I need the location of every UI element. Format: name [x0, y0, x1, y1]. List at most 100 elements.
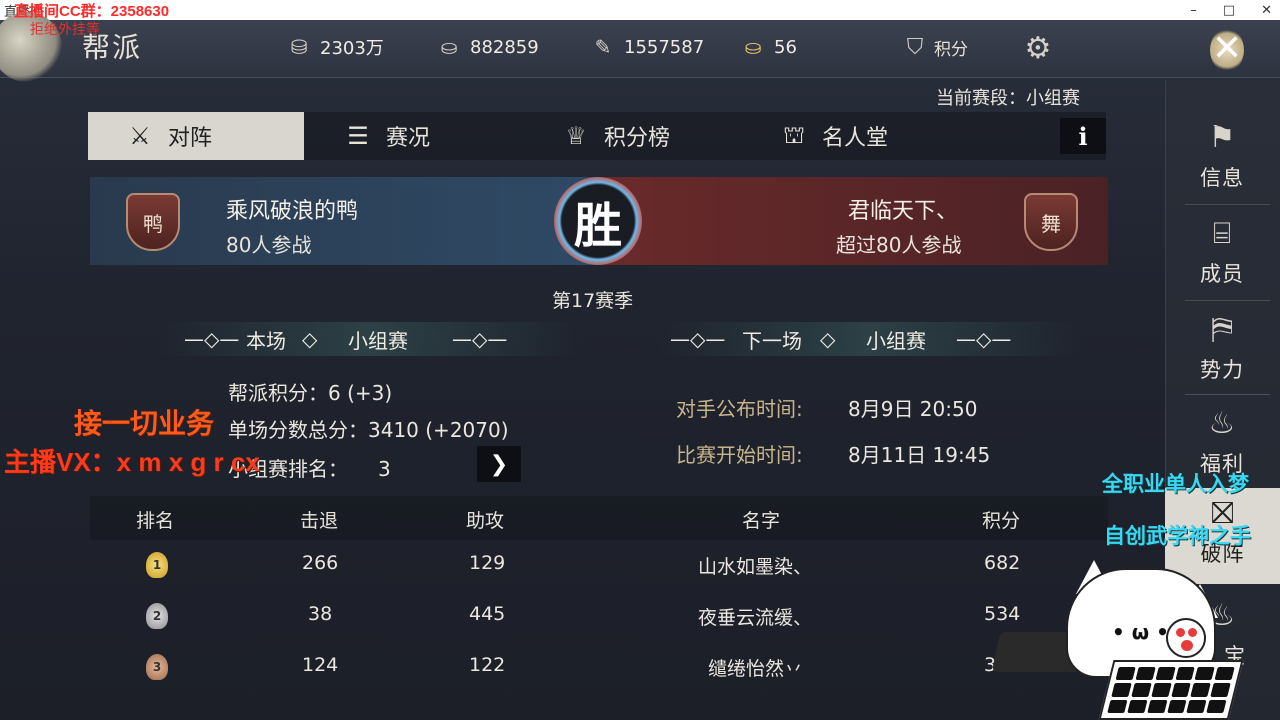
- guild-points-value: 6 (+3): [328, 381, 393, 405]
- match-time-label: 比赛开始时间:: [676, 443, 803, 467]
- header-name: 名字: [742, 510, 781, 532]
- overlay-refuse-text: 拒绝外挂等: [30, 23, 100, 38]
- sidebar-item-forces[interactable]: ⛿ 势力: [1172, 304, 1272, 394]
- divider-ornament: —◇—: [956, 327, 1012, 351]
- left-team-badge: 鸭: [126, 193, 180, 251]
- next-match-stage: 小组赛: [866, 328, 926, 353]
- info-button[interactable]: i: [1060, 118, 1106, 154]
- opponent-time-label: 对手公布时间:: [676, 397, 803, 421]
- minimize-button[interactable]: –: [1190, 3, 1197, 18]
- right-team-name: 君临天下、: [848, 199, 959, 224]
- overlay-cyan-line1: 全职业单人入梦: [1102, 473, 1249, 496]
- table-row[interactable]: 3 124 122 缱绻怡然丷 386: [90, 642, 1108, 692]
- feather-icon: ✎: [594, 35, 612, 59]
- currency-coin: ⛁ 2303万: [284, 34, 384, 60]
- gold-medal-icon: 1: [146, 552, 168, 578]
- right-team-participants: 超过80人参战: [836, 233, 962, 257]
- current-match-label: 本场: [246, 328, 286, 353]
- maximize-button[interactable]: □: [1223, 3, 1235, 18]
- currency-feather: ✎ 1557587: [588, 34, 705, 60]
- cell-name: 夜垂云流缓、: [698, 607, 813, 629]
- tab-hall-of-fame[interactable]: ⛫ 名人堂: [776, 112, 888, 160]
- sidebar-item-info[interactable]: ⚑ 信息: [1172, 112, 1272, 202]
- header-rank: 排名: [136, 510, 175, 532]
- table-row[interactable]: 1 266 129 山水如墨染、 682: [90, 540, 1108, 590]
- tab-leaderboard[interactable]: ♕ 积分榜: [558, 112, 670, 160]
- opponent-time-value: 8月9日 20:50: [848, 397, 978, 421]
- cell-kills: 38: [308, 603, 333, 625]
- total-score-value: 3410 (+2070): [368, 418, 509, 442]
- guild-points: 帮派积分：6 (+3): [228, 377, 392, 406]
- trophy-icon: ♕: [565, 122, 587, 150]
- overlay-qq-group: 直播间CC群：2358630: [14, 3, 170, 20]
- cell-kills: 266: [302, 552, 339, 574]
- sidebar-label: 信息: [1200, 166, 1244, 190]
- victory-emblem: 胜: [554, 177, 642, 265]
- current-stage: 当前赛段：小组赛: [936, 88, 1080, 109]
- right-team-badge: 舞: [1024, 193, 1078, 251]
- left-team-name: 乘风破浪的鸭: [226, 199, 359, 224]
- sidebar-item-members[interactable]: ⌸ 成员: [1172, 208, 1272, 298]
- bronze-medal-icon: 3: [146, 654, 168, 680]
- next-match-header: —◇— 下一场 ◇ 小组赛 —◇—: [660, 322, 1080, 356]
- document-icon: ☰: [347, 122, 369, 150]
- diamond-separator: ◇: [302, 327, 318, 351]
- currency-value: 56: [774, 36, 797, 58]
- cell-kills: 124: [302, 654, 339, 676]
- cat-face: • ω •: [1112, 620, 1169, 644]
- window-controls: – □ ✕: [1190, 0, 1272, 20]
- close-window-button[interactable]: ✕: [1261, 3, 1272, 18]
- tab-bar: ⚔ 对阵 ☰ 赛况 ♕ 积分榜 ⛫ 名人堂: [88, 112, 1106, 160]
- current-match-stage: 小组赛: [348, 328, 408, 353]
- diamond-separator: ◇: [820, 327, 836, 351]
- points-button[interactable]: ⛉ 积分: [900, 32, 968, 62]
- cell-name: 山水如墨染、: [698, 556, 813, 578]
- chevron-right-icon: ❯: [489, 451, 509, 477]
- header-assists: 助攻: [466, 510, 505, 532]
- close-icon: ✕: [1212, 28, 1243, 69]
- overlay-wechat: 主播VX：x m x g r cx: [4, 447, 260, 477]
- currency-value: 1557587: [624, 36, 705, 58]
- silver-medal-icon: 2: [146, 603, 168, 629]
- currency-value: 882859: [470, 36, 539, 58]
- settings-icon[interactable]: ⚙: [1018, 28, 1058, 68]
- scroll-icon: ⌸: [1213, 216, 1231, 251]
- sidebar-label: 势力: [1200, 358, 1244, 382]
- left-team-participants: 80人参战: [226, 233, 312, 257]
- close-button[interactable]: ✕: [1190, 22, 1260, 78]
- next-match-label: 下一场: [742, 328, 802, 353]
- tab-label: 赛况: [386, 126, 431, 151]
- gold-ingot-icon: ⛀: [744, 35, 762, 59]
- guild-points-label: 帮派积分：: [228, 381, 328, 405]
- divider: [1185, 394, 1270, 395]
- tab-label: 名人堂: [822, 126, 889, 151]
- keyboard-icon: [1098, 660, 1244, 720]
- cell-assists: 129: [469, 552, 506, 574]
- versus-banner: 鸭 乘风破浪的鸭 80人参战 胜 君临天下、 超过80人参战 舞: [90, 177, 1108, 265]
- table-header: 排名 击退 助攻 名字 积分: [90, 496, 1108, 540]
- flag-icon: ⚑: [1208, 120, 1236, 155]
- sidebar-label: 成员: [1200, 262, 1244, 286]
- tab-status[interactable]: ☰ 赛况: [340, 112, 430, 160]
- overlay-business: 接一切业务: [74, 408, 215, 439]
- silver-ingot-icon: ⛀: [440, 35, 458, 59]
- cell-assists: 122: [469, 654, 506, 676]
- overlay-cyan-line2: 自创武学神之手: [1104, 525, 1251, 548]
- money-bag-icon: ♨: [1208, 406, 1236, 441]
- rank-detail-button[interactable]: ❯: [477, 446, 521, 482]
- season-label: 第17赛季: [552, 290, 634, 312]
- crossed-swords-icon: ⚔: [129, 122, 151, 150]
- banner-icon: ⛿: [1211, 312, 1233, 347]
- current-match-header: —◇— 本场 ◇ 小组赛 —◇—: [160, 322, 580, 356]
- tab-matchup[interactable]: ⚔ 对阵: [88, 112, 304, 160]
- cat-paw: [1166, 618, 1206, 658]
- total-score-label: 单场分数总分：: [228, 418, 368, 442]
- cell-name: 缱绻怡然丷: [708, 658, 804, 680]
- match-time-value: 8月11日 19:45: [848, 443, 991, 467]
- header-points: 积分: [982, 510, 1021, 532]
- table-row[interactable]: 2 38 445 夜垂云流缓、 534: [90, 591, 1108, 641]
- currency-gold: ⛀ 56: [738, 34, 797, 60]
- divider-ornament: —◇—: [452, 327, 508, 351]
- bongo-cat-overlay: • ω •: [991, 560, 1244, 720]
- coin-icon: ⛁: [290, 35, 308, 59]
